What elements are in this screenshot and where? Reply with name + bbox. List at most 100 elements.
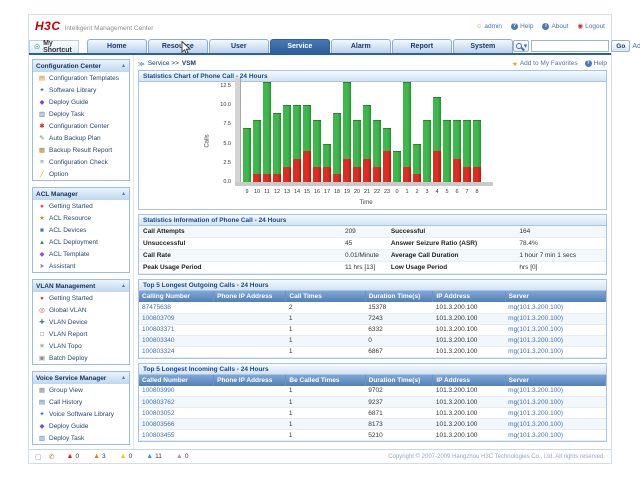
sidebar-item-vlan-topo[interactable]: ✳VLAN Topo — [33, 340, 129, 352]
tab-alarm[interactable]: Alarm — [331, 39, 391, 53]
sidebar-item-call-history[interactable]: ▤Call History — [33, 396, 129, 408]
sidebar-item-voice-software-library[interactable]: ✦Voice Software Library — [33, 408, 129, 420]
assistant-icon: ➤ — [38, 262, 46, 270]
tab-resource[interactable]: Resource — [148, 39, 208, 53]
sidebar-item-configuration-center[interactable]: ✱Configuration Center — [33, 120, 129, 132]
sidebar-item-group-view[interactable]: ▦Group View — [33, 384, 129, 396]
column-header-ip-address[interactable]: IP Address — [433, 291, 505, 302]
sidebar-item-configuration-templates[interactable]: ▤Configuration Templates — [33, 72, 129, 84]
userlink-help[interactable]: ?Help — [511, 23, 533, 30]
sidebar-item-batch-deploy[interactable]: ▣Batch Deploy — [33, 352, 129, 364]
sidebar-item-getting-started[interactable]: ●Getting Started — [33, 200, 129, 212]
sidebar-item-assistant[interactable]: ➤Assistant — [33, 260, 129, 272]
cell-server[interactable]: mg(101.3.200.100) — [505, 324, 605, 335]
sidebar-item-deploy-guide[interactable]: ◆Deploy Guide — [33, 420, 129, 432]
cell-calling-number[interactable]: 100803709 — [139, 313, 214, 324]
sidebar-item-acl-resource[interactable]: ★ACL Resource — [33, 212, 129, 224]
sidebar-item-acl-template[interactable]: ◆ACL Template — [33, 248, 129, 260]
userlink-logout[interactable]: ◉Logout — [577, 22, 605, 30]
sidebar-group-header-configuration-center[interactable]: Configuration Center▲ — [33, 60, 129, 72]
column-header-calling-number[interactable]: Calling Number — [139, 291, 214, 302]
cell-server[interactable]: mg(101.3.200.100) — [505, 408, 605, 419]
sidebar-item-auto-backup-plan[interactable]: ✎Auto Backup Plan — [33, 132, 129, 144]
cell-server[interactable]: mg(101.3.200.100) — [505, 346, 605, 357]
page-help-link[interactable]: ? Help — [585, 60, 607, 67]
alarm-major[interactable]: ▲3 — [93, 453, 106, 460]
tab-system[interactable]: System — [453, 39, 513, 53]
cell-server[interactable]: mg(101.3.200.100) — [505, 313, 605, 324]
cell-called-number[interactable]: 100803052 — [139, 408, 214, 419]
cell-duration-time-s: 5210 — [365, 430, 433, 441]
sidebar-group-header-voice-service-manager[interactable]: Voice Service Manager▲ — [33, 372, 129, 384]
column-header-called-number[interactable]: Called Number — [139, 375, 214, 386]
tab-home[interactable]: Home — [87, 39, 147, 53]
sidebar-item-option[interactable]: ╱Option — [33, 168, 129, 180]
tab-service[interactable]: Service — [270, 39, 330, 53]
sidebar-item-deploy-task[interactable]: ▥Deploy Task — [33, 108, 129, 120]
sidebar-item-label: Assistant — [49, 263, 75, 270]
column-header-be-called-times[interactable]: Be Called Times — [286, 375, 365, 386]
sidebar-item-deploy-guide[interactable]: ◆Deploy Guide — [33, 96, 129, 108]
alarm-info[interactable]: ▲0 — [176, 453, 189, 460]
tab-user[interactable]: User — [209, 39, 269, 53]
cell-server[interactable]: mg(101.3.200.100) — [505, 335, 605, 346]
sidebar-item-global-vlan[interactable]: ◎Global VLAN — [33, 304, 129, 316]
mouse-cursor-icon — [181, 41, 191, 57]
search-scope-button[interactable]: ▾ — [513, 40, 530, 52]
cell-called-number[interactable]: 100803990 — [139, 386, 214, 397]
column-header-server[interactable]: Server — [505, 375, 605, 386]
column-header-phone-ip-address[interactable]: Phone IP Address — [214, 291, 286, 302]
sidebar-group-header-acl-manager[interactable]: ACL Manager▲ — [33, 188, 129, 200]
sidebar-item-backup-result-report[interactable]: ▦Backup Result Report — [33, 144, 129, 156]
add-to-favorites-link[interactable]: ★ Add to My Favorites — [512, 60, 578, 68]
cell-call-times: 1 — [286, 335, 365, 346]
cell-server[interactable]: mg(101.3.200.100) — [505, 430, 605, 441]
sidebar-item-getting-started[interactable]: ●Getting Started — [33, 292, 129, 304]
cell-calling-number[interactable]: 100803324 — [139, 346, 214, 357]
column-header-call-times[interactable]: Call Times — [286, 291, 365, 302]
sidebar-item-software-library[interactable]: ✦Software Library — [33, 84, 129, 96]
h3c-logo-text: H3C — [35, 19, 61, 33]
sidebar-item-vlan-report[interactable]: □VLAN Report — [33, 328, 129, 340]
cell-called-number[interactable]: 100803566 — [139, 419, 214, 430]
column-header-server[interactable]: Server — [505, 291, 605, 302]
sidebar-item-acl-devices[interactable]: ■ACL Devices — [33, 224, 129, 236]
cell-server[interactable]: mg(101.3.200.100) — [505, 397, 605, 408]
sidebar-item-vlan-device[interactable]: ✚VLAN Device — [33, 316, 129, 328]
advanced-search-link[interactable]: Advanced — [632, 43, 640, 50]
cell-server[interactable]: mg(101.3.200.100) — [505, 419, 605, 430]
userlink-about[interactable]: iAbout — [542, 23, 568, 30]
bar-segment-successful — [333, 113, 341, 175]
status-monitor-icon[interactable]: ▢ — [35, 453, 42, 461]
alarm-warning[interactable]: ▲11 — [146, 453, 162, 460]
tab-report[interactable]: Report — [392, 39, 452, 53]
cell-server[interactable]: mg(101.3.200.100) — [505, 386, 605, 397]
sidebar-group-acl-manager: ACL Manager▲●Getting Started★ACL Resourc… — [32, 187, 130, 273]
cell-calling-number[interactable]: 100803340 — [139, 335, 214, 346]
go-button[interactable]: Go — [611, 40, 630, 52]
sidebar-item-deploy-task[interactable]: ▥Deploy Task — [33, 432, 129, 444]
x-tick: 14 — [293, 189, 301, 195]
x-tick: 7 — [463, 189, 471, 195]
cell-calling-number[interactable]: 87475638 — [139, 302, 214, 313]
search-input[interactable] — [531, 40, 609, 52]
sidebar-item-acl-deployment[interactable]: ▲ACL Deployment — [33, 236, 129, 248]
sidebar-item-configuration-check[interactable]: ≡Configuration Check — [33, 156, 129, 168]
cell-server[interactable]: mg(101.3.200.100) — [505, 302, 605, 313]
cell-called-number[interactable]: 100803762 — [139, 397, 214, 408]
my-shortcut-button[interactable]: ☉ My Shortcut — [29, 40, 79, 53]
cell-calling-number[interactable]: 100803371 — [139, 324, 214, 335]
sidebar-item-label: Getting Started — [49, 295, 93, 302]
column-header-ip-address[interactable]: IP Address — [433, 375, 505, 386]
sidebar-item-label: VLAN Topo — [49, 343, 82, 350]
column-header-phone-ip-address[interactable]: Phone IP Address — [214, 375, 286, 386]
cell-called-number[interactable]: 100803455 — [139, 430, 214, 441]
column-header-duration-time-s[interactable]: Duration Time(s) — [365, 291, 433, 302]
status-sound-icon[interactable]: ✆ — [49, 453, 55, 461]
alarm-critical[interactable]: ▲0 — [67, 453, 80, 460]
sidebar-group-header-vlan-management[interactable]: VLAN Management▲ — [33, 280, 129, 292]
column-header-duration-time-s[interactable]: Duration Time(s) — [365, 375, 433, 386]
alarm-triangle-icon: ▲ — [146, 453, 153, 460]
alarm-minor[interactable]: ▲0 — [120, 453, 133, 460]
userlink-admin[interactable]: ☺admin — [476, 23, 502, 30]
